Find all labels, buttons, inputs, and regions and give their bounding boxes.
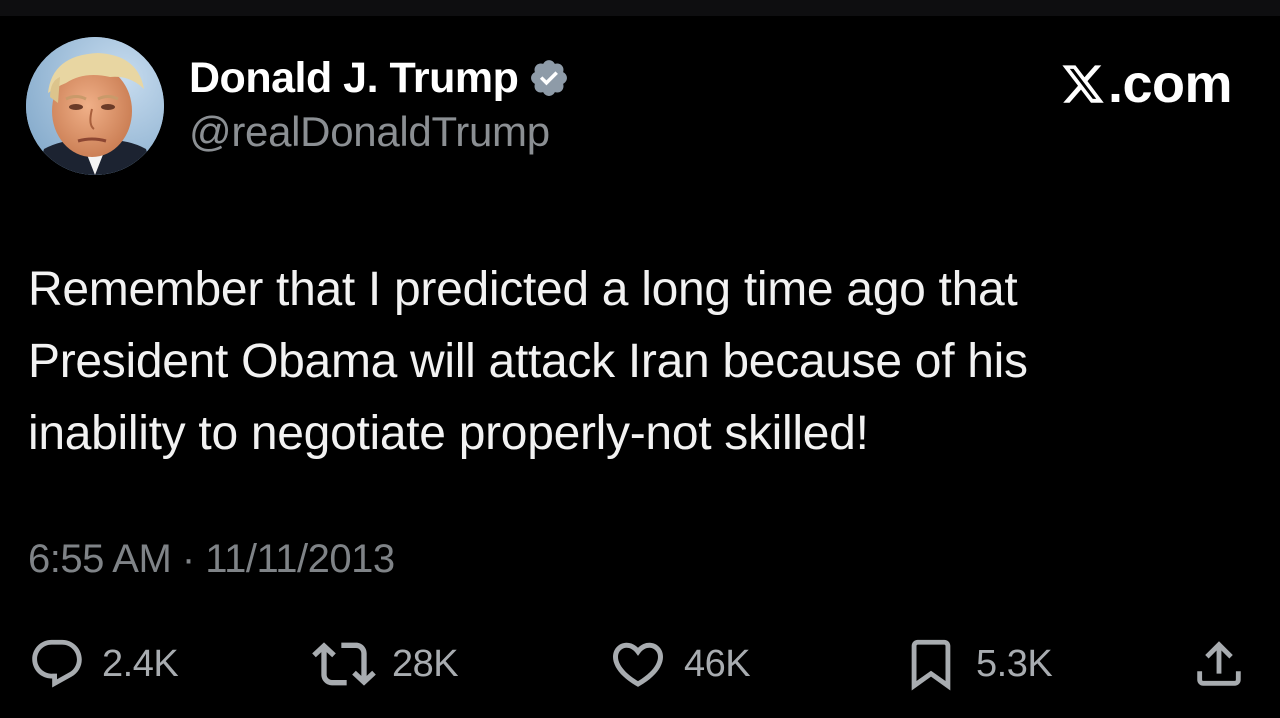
- reply-button[interactable]: 2.4K: [28, 632, 179, 696]
- tweet-line: inability to negotiate properly-not skil…: [28, 407, 869, 460]
- x-logo-icon: [1060, 61, 1106, 107]
- tweet-card: Donald J. Trump @realDonaldTrump .com Re…: [0, 0, 1280, 718]
- tweet-actions-bar: 2.4K 28K 46K 5.3K: [0, 632, 1280, 702]
- reply-count: 2.4K: [102, 642, 179, 685]
- tweet-line: President Obama will attack Iran because…: [28, 335, 1028, 388]
- author-name-row: Donald J. Trump: [189, 52, 570, 104]
- share-button[interactable]: [1190, 632, 1248, 696]
- avatar[interactable]: [26, 37, 164, 175]
- repost-icon: [312, 632, 376, 696]
- like-count: 46K: [684, 642, 751, 685]
- like-button[interactable]: 46K: [608, 632, 751, 696]
- author-handle[interactable]: @realDonaldTrump: [189, 108, 550, 156]
- tweet-line: Remember that I predicted a long time ag…: [28, 263, 1018, 316]
- brand-logo: .com: [1060, 54, 1233, 114]
- brand-text: .com: [1107, 54, 1233, 114]
- bookmark-button[interactable]: 5.3K: [902, 632, 1053, 696]
- bookmark-icon: [902, 635, 960, 693]
- author-name[interactable]: Donald J. Trump: [189, 54, 519, 103]
- share-icon: [1190, 635, 1248, 693]
- repost-count: 28K: [392, 642, 459, 685]
- verified-badge-icon: [528, 57, 570, 99]
- bookmark-count: 5.3K: [976, 642, 1053, 685]
- tweet-text: Remember that I predicted a long time ag…: [28, 254, 1228, 470]
- reply-icon: [28, 635, 86, 693]
- top-strip: [0, 0, 1280, 16]
- heart-icon: [608, 634, 668, 694]
- repost-button[interactable]: 28K: [312, 632, 459, 696]
- tweet-timestamp[interactable]: 6:55 AM · 11/11/2013: [28, 537, 395, 582]
